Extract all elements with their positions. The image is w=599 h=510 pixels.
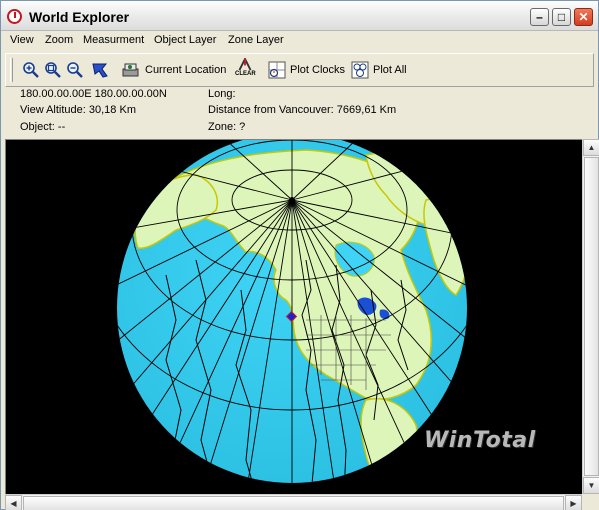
- object-value: Object: --: [20, 121, 66, 133]
- maximize-button[interactable]: □: [552, 8, 571, 26]
- info-panel: 180.00.00.00E 180.00.00.00N View Altitud…: [5, 87, 594, 137]
- clear-button[interactable]: CLEAR: [235, 58, 256, 78]
- minimize-button[interactable]: –: [530, 8, 549, 26]
- menu-zone-layer[interactable]: Zone Layer: [228, 34, 284, 46]
- toolbar-grip[interactable]: [10, 58, 13, 82]
- current-location-icon: [122, 63, 139, 77]
- scroll-down-button[interactable]: ▼: [583, 477, 599, 494]
- menu-bar: View Zoom Measurment Object Layer Zone L…: [1, 31, 598, 51]
- resize-corner[interactable]: [582, 494, 599, 510]
- zoom-fit-button[interactable]: [44, 60, 62, 80]
- coordinates-value: 180.00.00.00E 180.00.00.00N: [20, 88, 167, 100]
- zone-value: Zone: ?: [208, 121, 246, 133]
- plot-clocks-label: Plot Clocks: [290, 64, 346, 76]
- zoom-out-icon: [67, 62, 83, 78]
- distance-value: Distance from Vancouver: 7669,61 Km: [208, 104, 397, 116]
- menu-view[interactable]: View: [10, 34, 34, 46]
- menu-measurment[interactable]: Measurment: [83, 34, 144, 46]
- globe-viewport[interactable]: WinTotal: [5, 139, 582, 494]
- menu-zoom[interactable]: Zoom: [45, 34, 73, 46]
- plot-all-button[interactable]: Plot All: [351, 60, 407, 80]
- clock-app-icon: [7, 9, 22, 24]
- zoom-out-button[interactable]: [66, 60, 84, 80]
- toolbar: Current Location CLEAR Plot Clocks Plot …: [5, 53, 594, 87]
- clear-icon: [238, 58, 252, 71]
- current-location-label: Current Location: [145, 64, 227, 76]
- zoom-in-button[interactable]: [22, 60, 40, 80]
- current-location-button[interactable]: Current Location: [121, 60, 226, 80]
- north-pole-marker: [289, 197, 295, 203]
- clear-label: CLEAR: [235, 71, 256, 77]
- watermark: WinTotal: [424, 428, 536, 453]
- app-window: World Explorer – □ ✕ View Zoom Measurmen…: [0, 0, 599, 510]
- vertical-scroll-thumb[interactable]: [584, 157, 599, 476]
- menu-object-layer[interactable]: Object Layer: [154, 34, 216, 46]
- pointer-button[interactable]: [91, 60, 109, 80]
- horizontal-scrollbar[interactable]: ◀ ▶: [5, 494, 582, 510]
- pointer-icon: [92, 63, 108, 78]
- scroll-up-button[interactable]: ▲: [583, 139, 599, 156]
- window-title: World Explorer: [29, 9, 130, 25]
- view-altitude-value: View Altitude: 30,18 Km: [20, 104, 136, 116]
- plot-clocks-icon: [268, 61, 286, 79]
- plot-all-label: Plot All: [373, 64, 407, 76]
- horizontal-scroll-thumb[interactable]: [23, 496, 564, 510]
- title-bar[interactable]: World Explorer – □ ✕: [1, 1, 598, 31]
- zoom-fit-icon: [45, 62, 61, 78]
- vertical-scrollbar[interactable]: ▲ ▼: [582, 139, 599, 494]
- longitude-value: Long:: [208, 88, 236, 100]
- zoom-in-icon: [23, 62, 39, 78]
- close-button[interactable]: ✕: [574, 8, 593, 26]
- plot-all-icon: [351, 61, 369, 79]
- scroll-right-button[interactable]: ▶: [565, 495, 582, 510]
- plot-clocks-button[interactable]: Plot Clocks: [268, 60, 345, 80]
- scroll-left-button[interactable]: ◀: [5, 495, 22, 510]
